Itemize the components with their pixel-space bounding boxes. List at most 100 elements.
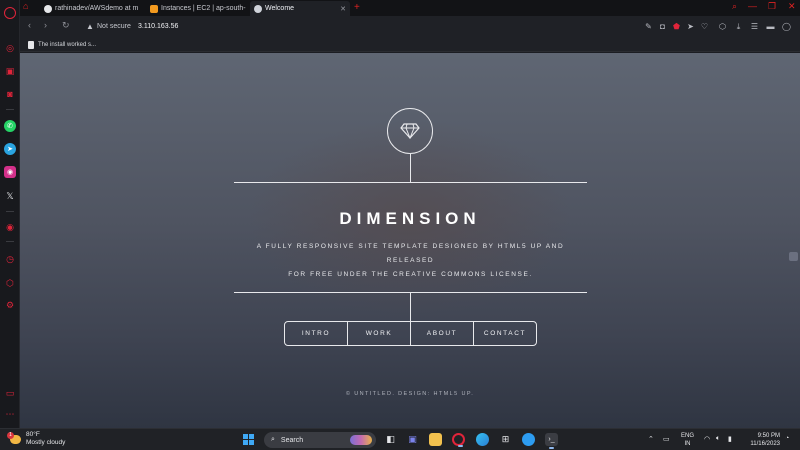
workspaces-icon[interactable]: ⌂ [23,1,28,11]
snapshot-icon[interactable]: ▭ [4,387,16,399]
wifi-icon[interactable]: ◠ [704,435,710,443]
extensions-icon[interactable]: ⬡ [4,277,16,289]
cube-icon[interactable]: ⬡ [718,22,727,31]
player-icon[interactable]: ◉ [4,221,16,233]
store-icon[interactable]: ⊞ [499,433,512,446]
nav-work[interactable]: WORK [348,322,411,345]
telegram-icon[interactable]: ➤ [4,143,16,155]
bookmark-label: The install worked s... [38,42,97,48]
aws-icon [150,4,158,13]
tab-ec2-instances[interactable]: Instances | EC2 | ap-south- [146,1,250,16]
profile-icon[interactable]: ◯ [782,22,791,31]
shopping-icon[interactable]: ▣ [4,65,16,77]
document-icon [28,41,34,49]
page-title: DIMENSION [339,209,481,228]
windows-start-icon[interactable] [243,434,254,445]
opera-logo-icon[interactable] [4,7,16,19]
weather-icon: 1 [7,431,21,444]
taskbar-search[interactable]: ⌕ Search [264,432,376,448]
connector-line [410,154,411,182]
history-icon[interactable]: ◷ [4,253,16,265]
volume-icon[interactable]: 🔈︎ [716,435,720,443]
close-tab-icon[interactable]: ✕ [340,5,346,13]
address-bar: ‹ › ↻ ▲ Not secure 3.110.163.56 ✎ ◘ ⬟ ➤ … [20,16,800,38]
cloud-app-icon[interactable] [522,433,535,446]
download-icon[interactable]: ⤓ [734,22,743,31]
search-highlight-icon [350,435,372,445]
weather-text: 80°F Mostly cloudy [26,431,65,447]
connector-line [410,292,411,321]
close-window-icon[interactable]: ✕ [788,1,796,12]
clock-time: 9:50 PM [757,433,780,439]
region-code: IN [684,441,691,447]
security-label[interactable]: Not secure [97,23,131,30]
instagram-icon[interactable]: ◙ [4,88,16,100]
task-view-icon[interactable]: ◧ [384,433,397,446]
teams-icon[interactable]: ▣ [406,433,419,446]
new-tab-icon[interactable]: + [354,2,360,13]
file-explorer-icon[interactable] [429,433,442,446]
side-panel-handle[interactable] [789,252,798,261]
opera-sidebar: ◎ ▣ ◙ ✆ ➤ ◉ 𝕏 ◉ ◷ ⬡ ⚙ ▭ ⋯ [0,0,20,428]
bookmark-item[interactable]: The install worked s... [28,41,96,49]
description-line: FOR FREE UNDER THE CREATIVE COMMONS LICE… [288,271,533,278]
forward-icon[interactable]: › [44,20,47,30]
camera-icon[interactable]: ◘ [658,22,667,31]
tab-welcome[interactable]: Welcome ✕ [250,1,350,16]
lang-code: ENG [681,433,695,439]
search-icon: ⌕ [271,436,275,443]
easy-setup-icon[interactable]: ☰ [750,22,759,31]
battery-status-icon[interactable]: ▮ [728,435,732,443]
diamond-logo [387,108,433,154]
search-tabs-icon[interactable]: ⌕ [732,1,737,12]
sidebar-divider [6,241,14,242]
webpage-content: DIMENSION A FULLY RESPONSIVE SITE TEMPLA… [20,53,800,428]
opera-icon[interactable] [452,433,465,447]
language-indicator[interactable]: ENG IN [681,432,694,448]
notification-icon[interactable]: ◔ [785,435,789,442]
notification-badge: 1 [7,431,14,439]
warning-icon[interactable]: ▲ [86,22,94,31]
bookmark-heart-icon[interactable]: ♡ [700,22,709,31]
minimize-icon[interactable]: — [748,1,757,11]
reload-icon[interactable]: ↻ [62,20,70,31]
edge-icon[interactable] [476,433,489,446]
divider-top [234,182,587,183]
clock[interactable]: 9:50 PM 11/16/2023 [740,432,780,448]
back-icon[interactable]: ‹ [28,20,31,30]
clock-date: 11/16/2023 [750,441,780,447]
whatsapp-icon[interactable]: ✆ [4,120,16,132]
url-field[interactable]: 3.110.163.56 [138,23,178,30]
sidebar-divider [6,109,14,110]
globe-icon [254,4,262,13]
tab-title: Welcome [265,5,295,12]
settings-icon[interactable]: ⚙ [4,299,16,311]
x-twitter-icon[interactable]: 𝕏 [4,190,16,202]
battery-icon[interactable]: ▬ [766,22,775,31]
main-nav: INTRO WORK ABOUT CONTACT [284,321,537,346]
github-icon [44,4,52,13]
description-line: A FULLY RESPONSIVE SITE TEMPLATE DESIGNE… [256,243,565,264]
maximize-icon[interactable]: ❐ [768,1,776,12]
terminal-icon[interactable]: ›_ [545,433,558,449]
send-icon[interactable]: ➤ [686,22,695,31]
nav-intro[interactable]: INTRO [285,322,348,345]
instagram-app-icon[interactable]: ◉ [4,166,16,178]
tray-app-icon[interactable]: ▭ [663,435,670,443]
chevron-up-icon[interactable]: ⌃ [648,435,654,443]
tab-github[interactable]: rathinadev/AWSdemo at m [40,1,146,16]
edit-icon[interactable]: ✎ [644,22,653,31]
bookmarks-bar: The install worked s... [20,38,800,52]
adblock-icon[interactable]: ⬟ [672,22,681,31]
taskbar: 1 80°F Mostly cloudy ⌕ Search ◧ ▣ ⊞ ›_ ⌃… [0,428,800,450]
sidebar-divider [6,211,14,212]
tab-title: rathinadev/AWSdemo at m [55,5,139,12]
nav-about[interactable]: ABOUT [411,322,474,345]
nav-contact[interactable]: CONTACT [474,322,536,345]
aria-icon[interactable]: ◎ [4,42,16,54]
weather-widget[interactable]: 1 80°F Mostly cloudy [7,431,65,447]
more-icon[interactable]: ⋯ [4,408,16,420]
weather-desc: Mostly cloudy [26,439,66,446]
search-label: Search [280,436,304,444]
tab-title: Instances | EC2 | ap-south- [161,5,246,12]
